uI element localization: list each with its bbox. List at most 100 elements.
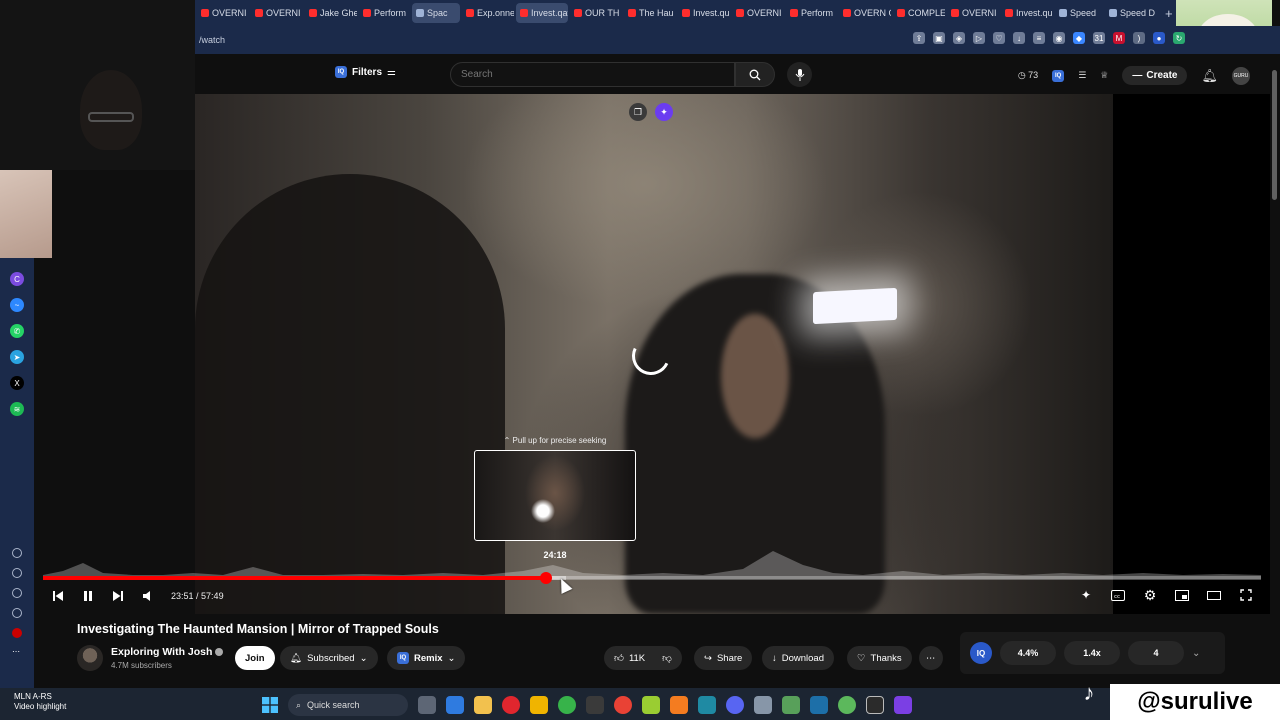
join-button[interactable]: Join xyxy=(235,646,275,670)
widgets-button[interactable]: MLN A-RS Video highlight xyxy=(14,692,66,712)
rss-icon[interactable]: ) xyxy=(1133,32,1145,44)
browser-tab[interactable]: Perform xyxy=(786,3,837,23)
address-text[interactable]: /watch xyxy=(199,35,225,45)
ai-sparkle-icon[interactable]: ✦ xyxy=(655,103,673,121)
iq-stat-3[interactable]: 4 xyxy=(1128,641,1184,665)
refresh-extension-icon[interactable]: ↻ xyxy=(1173,32,1185,44)
browser-tab[interactable]: OVERNI xyxy=(732,3,784,23)
bolt-icon[interactable] xyxy=(530,696,548,714)
like-button[interactable]: 👍︎ 11K 👎︎ xyxy=(604,646,682,670)
page-scrollbar[interactable] xyxy=(1270,68,1280,688)
windows-start-icon[interactable] xyxy=(262,697,278,713)
progress-bar[interactable] xyxy=(43,572,1261,584)
telegram-icon[interactable]: ➤ xyxy=(10,350,24,364)
browser-tab[interactable]: COMPLE xyxy=(893,3,945,23)
subscribed-button[interactable]: 🔔︎ Subscribed ⌄ xyxy=(280,646,378,670)
app-dark-icon[interactable] xyxy=(586,696,604,714)
miniplayer-button[interactable] xyxy=(1167,583,1197,607)
browser-tab[interactable]: Invest.qatar xyxy=(516,3,569,23)
messenger-icon[interactable]: ~ xyxy=(10,298,24,312)
chrome-icon[interactable] xyxy=(614,696,632,714)
browser-tab[interactable]: Invest.qu xyxy=(1001,3,1053,23)
browser-tab[interactable]: Speed D xyxy=(1105,3,1157,23)
browser-tab[interactable]: Exp.onne xyxy=(462,3,514,23)
discord-icon[interactable] xyxy=(726,696,744,714)
video-player[interactable]: ❐ ✦ xyxy=(195,94,1113,614)
browser-tab[interactable]: Spac xyxy=(412,3,461,23)
history-icon[interactable] xyxy=(12,588,22,598)
mute-button[interactable] xyxy=(133,584,163,608)
opera-icon[interactable] xyxy=(502,696,520,714)
panel-chevron-icon[interactable]: ⌄ xyxy=(1192,648,1200,659)
browser-tab[interactable]: OVERNI xyxy=(251,3,303,23)
apps-icon[interactable] xyxy=(12,548,22,558)
channel-name[interactable]: Exploring With Josh xyxy=(111,646,224,658)
shield-icon[interactable]: ◈ xyxy=(953,32,965,44)
browser-tab[interactable]: OVERNI xyxy=(947,3,999,23)
search-input[interactable] xyxy=(461,69,711,80)
iq-extension-icon[interactable]: IQ xyxy=(1052,69,1065,82)
dislike-icon[interactable]: 👎︎ xyxy=(662,652,672,664)
heart-icon[interactable] xyxy=(12,568,22,578)
download-button[interactable]: ↓ Download xyxy=(762,646,834,670)
play-icon[interactable]: ▷ xyxy=(973,32,985,44)
browser-tab[interactable]: The Hau xyxy=(624,3,676,23)
file-explorer-icon[interactable] xyxy=(474,696,492,714)
browser-tab[interactable]: Invest.qu xyxy=(678,3,730,23)
scrollbar-thumb[interactable] xyxy=(1272,70,1277,200)
iq-stat-1[interactable]: 4.4% xyxy=(1000,641,1056,665)
app-blue-icon[interactable] xyxy=(810,696,828,714)
app-menu-icon[interactable] xyxy=(866,696,884,714)
download-icon[interactable]: ↓ xyxy=(1013,32,1025,44)
browser-tab[interactable]: Jake Ghe xyxy=(305,3,357,23)
iq-stat-2[interactable]: 1.4x xyxy=(1064,641,1120,665)
fullscreen-button[interactable] xyxy=(1231,583,1261,607)
gem-icon[interactable]: ◆ xyxy=(1073,32,1085,44)
record-icon[interactable] xyxy=(12,628,22,638)
app-lime-icon[interactable] xyxy=(838,696,856,714)
browser-tab[interactable]: OVERN G xyxy=(839,3,891,23)
previous-button[interactable] xyxy=(43,584,73,608)
store-icon[interactable] xyxy=(446,696,464,714)
search-button[interactable] xyxy=(735,62,775,87)
share-icon[interactable]: ⇪ xyxy=(913,32,925,44)
vlc-icon[interactable] xyxy=(670,696,688,714)
task-view-icon[interactable] xyxy=(418,696,436,714)
next-button[interactable] xyxy=(103,584,133,608)
captions-button[interactable]: cc xyxy=(1103,583,1133,607)
favorite-icon[interactable]: ♡ xyxy=(993,32,1005,44)
notifications-bell-icon[interactable]: 🔔︎ xyxy=(1201,68,1218,84)
x-icon[interactable]: X xyxy=(10,376,24,390)
spotify-icon[interactable]: ≋ xyxy=(10,402,24,416)
create-button[interactable]: — Create xyxy=(1122,66,1188,85)
more-icon[interactable]: ⋯ xyxy=(12,648,22,658)
browser-tab[interactable]: OVERNI xyxy=(197,3,249,23)
trophy-icon[interactable]: ♕ xyxy=(1100,70,1108,81)
voice-search-button[interactable] xyxy=(787,62,812,87)
extension-icon[interactable]: ◉ xyxy=(1053,32,1065,44)
collections-icon[interactable]: ≡ xyxy=(1033,32,1045,44)
settings-icon[interactable] xyxy=(12,608,22,618)
counter-badge[interactable]: ◷ 73 xyxy=(1018,70,1038,81)
ai-assist-button[interactable]: ✦ xyxy=(1071,583,1101,607)
iq-logo-icon[interactable]: IQ xyxy=(970,642,992,664)
list-icon[interactable]: ☰ xyxy=(1078,70,1086,81)
taskbar-search[interactable]: ⌕ Quick search xyxy=(288,694,408,716)
whatsapp-icon[interactable]: ✆ xyxy=(10,324,24,338)
thanks-button[interactable]: ♡ Thanks xyxy=(847,646,912,670)
user-avatar[interactable]: GURU xyxy=(1232,66,1250,85)
pause-button[interactable] xyxy=(73,584,103,608)
more-actions-button[interactable]: ⋯ xyxy=(919,646,943,670)
filters-button[interactable]: IQ Filters ⚌ xyxy=(335,66,396,78)
search-box[interactable] xyxy=(450,62,735,87)
channel-avatar[interactable] xyxy=(77,645,103,671)
circle-extension-icon[interactable]: ● xyxy=(1153,32,1165,44)
app-purple-icon[interactable] xyxy=(894,696,912,714)
browser-tab[interactable]: OUR TH xyxy=(570,3,622,23)
m-extension-icon[interactable]: M xyxy=(1113,32,1125,44)
screenshot-icon[interactable]: ▣ xyxy=(933,32,945,44)
browser-tab[interactable]: Speed xyxy=(1055,3,1103,23)
share-button[interactable]: ↪ Share xyxy=(694,646,753,670)
app-yellow-icon[interactable] xyxy=(642,696,660,714)
browser-tab[interactable]: Perform xyxy=(359,3,410,23)
